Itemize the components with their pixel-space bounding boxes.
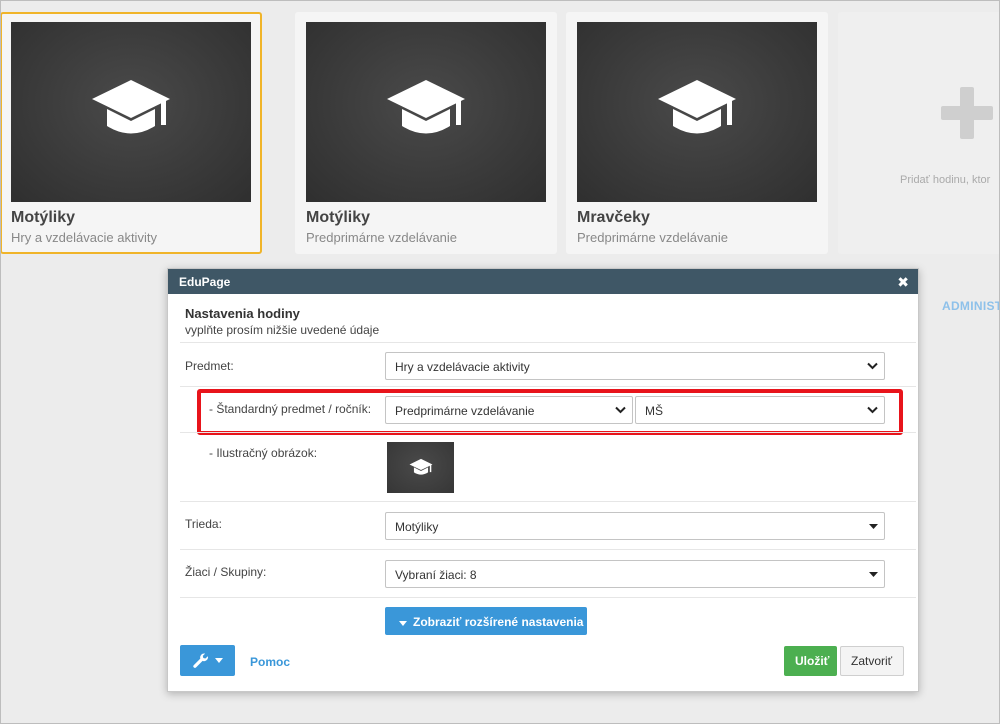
divider	[180, 432, 916, 433]
graduation-cap-icon	[658, 80, 736, 134]
card-thumbnail	[577, 22, 817, 202]
lesson-settings-dialog: EduPage ✖ Nastavenia hodiny vyplňte pros…	[167, 268, 919, 692]
close-icon[interactable]: ✖	[897, 274, 909, 291]
show-advanced-settings-button[interactable]: Zobraziť rozšírené nastavenia	[385, 607, 587, 635]
card-title: Mravčeky	[577, 209, 650, 226]
divider	[180, 501, 916, 502]
add-lesson-card[interactable]: Pridať hodinu, ktor	[838, 12, 1000, 254]
lesson-card-2[interactable]: Motýliky Predprimárne vzdelávanie	[295, 12, 557, 254]
card-thumbnail	[11, 22, 251, 202]
tools-menu-button[interactable]	[180, 645, 235, 676]
card-subtitle: Hry a vzdelávacie aktivity	[11, 230, 157, 245]
subject-label: Predmet:	[185, 359, 234, 373]
caret-down-icon	[215, 658, 223, 663]
class-select[interactable]: Motýliky	[385, 512, 885, 540]
dialog-header: EduPage ✖	[168, 269, 918, 294]
dialog-title: EduPage	[179, 275, 231, 289]
highlight-frame	[197, 389, 903, 435]
subject-select-value: Hry a vzdelávacie aktivity	[395, 360, 530, 374]
class-value: Motýliky	[395, 520, 439, 534]
students-value: Vybraní žiaci: 8	[395, 568, 477, 582]
graduation-cap-icon	[409, 458, 433, 475]
subject-select[interactable]: Hry a vzdelávacie aktivity	[385, 352, 885, 380]
admin-link[interactable]: ADMINIST	[942, 299, 1000, 313]
image-label: - Ilustračný obrázok:	[209, 446, 318, 460]
divider	[180, 597, 916, 598]
advanced-button-label: Zobraziť rozšírené nastavenia	[413, 615, 584, 629]
dialog-subheading: vyplňte prosím nižšie uvedené údaje	[185, 323, 380, 337]
class-label: Trieda:	[185, 517, 222, 531]
card-subtitle: Predprimárne vzdelávanie	[577, 230, 729, 245]
lesson-card-3[interactable]: Mravčeky Predprimárne vzdelávanie	[566, 12, 828, 254]
plus-icon	[941, 87, 993, 139]
card-thumbnail	[306, 22, 546, 202]
wrench-icon	[193, 653, 209, 668]
students-select[interactable]: Vybraní žiaci: 8	[385, 560, 885, 588]
card-title: Motýliky	[306, 209, 371, 226]
students-label: Žiaci / Skupiny:	[185, 565, 267, 579]
graduation-cap-icon	[387, 80, 465, 134]
caret-down-icon	[869, 524, 878, 529]
add-lesson-text: Pridať hodinu, ktor	[900, 174, 991, 186]
caret-down-icon	[399, 621, 407, 626]
divider	[180, 342, 916, 343]
chevron-down-icon	[867, 362, 878, 370]
caret-down-icon	[869, 572, 878, 577]
card-title: Motýliky	[11, 209, 76, 226]
graduation-cap-icon	[92, 80, 170, 134]
lesson-card-1[interactable]: Motýliky Hry a vzdelávacie aktivity	[0, 12, 262, 254]
divider	[180, 386, 916, 387]
help-link[interactable]: Pomoc	[250, 655, 290, 669]
save-button[interactable]: Uložiť	[784, 646, 837, 676]
dialog-heading: Nastavenia hodiny	[185, 306, 300, 321]
card-subtitle: Predprimárne vzdelávanie	[306, 230, 458, 245]
close-button[interactable]: Zatvoriť	[840, 646, 904, 676]
illustration-image[interactable]	[387, 442, 454, 493]
divider	[180, 549, 916, 550]
